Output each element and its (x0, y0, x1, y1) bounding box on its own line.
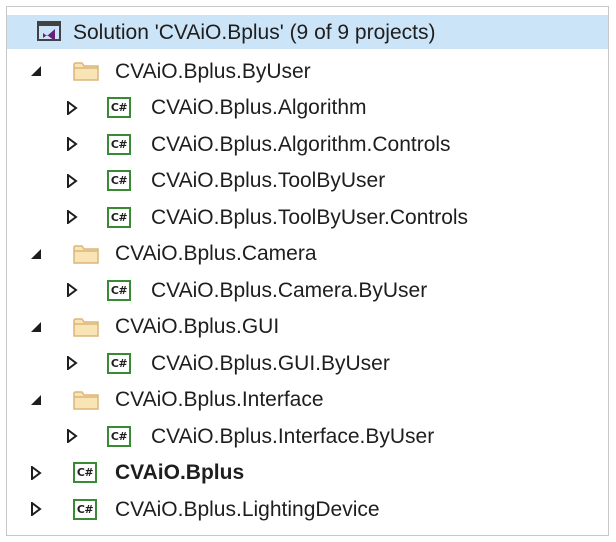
solution-label: Solution 'CVAiO.Bplus' (9 of 9 projects) (73, 20, 436, 44)
tree-folder-label: CVAiO.Bplus.GUI (115, 315, 280, 339)
tree-project-label: CVAiO.Bplus.GUI.ByUser (151, 351, 390, 375)
folder-icon (73, 317, 99, 337)
csharp-project-icon: C# (107, 352, 131, 374)
tree-project-label: CVAiO.Bplus.Algorithm (151, 96, 367, 120)
tree-project-label: CVAiO.Bplus.Algorithm.Controls (151, 132, 451, 156)
csharp-project-icon: C# (107, 425, 131, 447)
expanded-triangle-icon[interactable] (29, 320, 43, 334)
collapsed-triangle-icon[interactable] (65, 356, 79, 371)
tree-folder-label: CVAiO.Bplus.Interface (115, 388, 324, 412)
csharp-project-icon: C# (107, 97, 131, 119)
folder-icon (73, 390, 99, 410)
tree-project-algorithm-controls[interactable]: C# CVAiO.Bplus.Algorithm.Controls (7, 126, 608, 163)
tree-project-label: CVAiO.Bplus.Camera.ByUser (151, 278, 428, 302)
collapsed-triangle-icon[interactable] (65, 173, 79, 188)
tree-folder-gui[interactable]: CVAiO.Bplus.GUI (7, 309, 608, 346)
collapsed-triangle-icon[interactable] (65, 429, 79, 444)
tree-folder-label: CVAiO.Bplus.ByUser (115, 59, 311, 83)
tree-project-camera-byuser[interactable]: C# CVAiO.Bplus.Camera.ByUser (7, 272, 608, 309)
expanded-triangle-icon[interactable] (29, 393, 43, 407)
csharp-project-icon: C# (73, 462, 97, 484)
csharp-project-icon: C# (107, 133, 131, 155)
csharp-project-icon: C# (107, 279, 131, 301)
tree-project-toolbyuser-controls[interactable]: C# CVAiO.Bplus.ToolByUser.Controls (7, 199, 608, 236)
tree-project-lightingdevice[interactable]: C# CVAiO.Bplus.LightingDevice (7, 491, 608, 528)
tree-project-label: CVAiO.Bplus.Interface.ByUser (151, 424, 435, 448)
tree-project-label: CVAiO.Bplus.ToolByUser (151, 169, 386, 193)
tree-folder-camera[interactable]: CVAiO.Bplus.Camera (7, 236, 608, 273)
folder-icon (73, 244, 99, 264)
solution-explorer-panel: Solution 'CVAiO.Bplus' (9 of 9 projects)… (6, 6, 609, 536)
tree-project-label: CVAiO.Bplus.LightingDevice (115, 497, 380, 521)
visual-studio-solution-icon (37, 21, 63, 43)
collapsed-triangle-icon[interactable] (65, 283, 79, 298)
tree-project-toolbyuser[interactable]: C# CVAiO.Bplus.ToolByUser (7, 163, 608, 200)
csharp-project-icon: C# (107, 170, 131, 192)
tree-project-interface-byuser[interactable]: C# CVAiO.Bplus.Interface.ByUser (7, 418, 608, 455)
csharp-project-icon: C# (107, 206, 131, 228)
collapsed-triangle-icon[interactable] (29, 465, 43, 480)
tree-project-bplus[interactable]: C# CVAiO.Bplus (7, 455, 608, 492)
tree-project-algorithm[interactable]: C# CVAiO.Bplus.Algorithm (7, 90, 608, 127)
tree-project-label: CVAiO.Bplus.ToolByUser.Controls (151, 205, 469, 229)
tree-folder-interface[interactable]: CVAiO.Bplus.Interface (7, 382, 608, 419)
expanded-triangle-icon[interactable] (29, 247, 43, 261)
startup-project-label: CVAiO.Bplus (115, 461, 245, 485)
tree-folder-byuser[interactable]: CVAiO.Bplus.ByUser (7, 53, 608, 90)
folder-icon (73, 61, 99, 81)
collapsed-triangle-icon[interactable] (65, 100, 79, 115)
collapsed-triangle-icon[interactable] (65, 137, 79, 152)
expanded-triangle-icon[interactable] (29, 64, 43, 78)
collapsed-triangle-icon[interactable] (29, 502, 43, 517)
solution-tree: Solution 'CVAiO.Bplus' (9 of 9 projects)… (7, 15, 608, 528)
collapsed-triangle-icon[interactable] (65, 210, 79, 225)
csharp-project-icon: C# (73, 498, 97, 520)
tree-project-gui-byuser[interactable]: C# CVAiO.Bplus.GUI.ByUser (7, 345, 608, 382)
tree-folder-label: CVAiO.Bplus.Camera (115, 242, 317, 266)
solution-node[interactable]: Solution 'CVAiO.Bplus' (9 of 9 projects) (7, 15, 608, 49)
